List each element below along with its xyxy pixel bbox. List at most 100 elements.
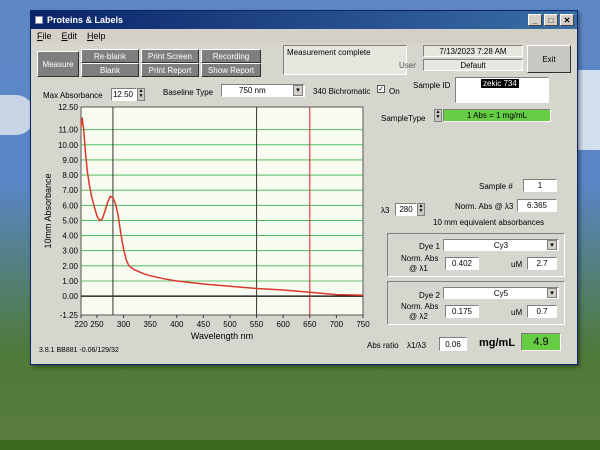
y-tick-label: -1.25 xyxy=(60,311,79,320)
version-footer: 3.8.1 BB881 -0.06/129/32 xyxy=(39,347,119,354)
x-tick-label: 650 xyxy=(303,320,317,329)
x-tick-label: 550 xyxy=(250,320,264,329)
equivalent-note: 10 mm equivalent absorbances xyxy=(433,218,545,227)
x-tick-label: 750 xyxy=(356,320,370,329)
sample-type-value[interactable]: 1 Abs = 1 mg/mL xyxy=(443,109,551,122)
app-icon xyxy=(35,16,43,24)
y-tick-label: 7.00 xyxy=(62,186,78,195)
bichromatic-on-label: On xyxy=(389,87,400,96)
chart-svg: 12.50 11.00 10.00 9.00 8.00 7.00 6.00 5.00 4.00 3… xyxy=(43,103,370,341)
dye2-at-label: @ λ2 xyxy=(409,312,428,321)
baseline-type-label: Baseline Type xyxy=(163,88,214,97)
norm-abs-lambda3-label: Norm. Abs @ λ3 xyxy=(455,202,514,211)
sample-type-label: SampleType xyxy=(381,114,426,123)
baseline-type-value: 750 nm xyxy=(239,86,266,95)
max-absorbance-label: Max Absorbance xyxy=(43,91,103,100)
status-message: Measurement complete xyxy=(283,45,407,75)
dye2-um-label: uM xyxy=(511,308,523,317)
y-tick-label: 12.50 xyxy=(58,103,79,112)
y-tick-label: 8.00 xyxy=(62,171,78,180)
menu-file[interactable]: File xyxy=(37,31,52,41)
sample-id-value: zekic 734 xyxy=(481,79,519,88)
x-tick-label: 450 xyxy=(197,320,211,329)
bichromatic-checkbox[interactable]: ✓ xyxy=(377,85,385,93)
dye1-select[interactable]: Cy3 xyxy=(443,239,559,251)
y-tick-label: 11.00 xyxy=(59,126,79,135)
y-tick-label: 1.00 xyxy=(62,277,78,286)
print-screen-button[interactable]: Print Screen xyxy=(141,49,199,63)
maximize-icon[interactable]: □ xyxy=(544,14,558,26)
lambda3-input[interactable]: 280 xyxy=(395,203,417,216)
lambda3-spinner[interactable]: ▲ ▼ xyxy=(417,203,425,216)
mg-ml-value: 4.9 xyxy=(521,333,561,351)
x-tick-label: 350 xyxy=(143,320,157,329)
y-tick-label: 0.00 xyxy=(62,292,78,301)
menu-bar: File Edit Help xyxy=(31,29,577,43)
y-tick-label: 3.00 xyxy=(62,247,78,256)
dye2-chevron-down-icon[interactable]: ▾ xyxy=(547,288,557,298)
sample-type-spinner[interactable]: ▲ ▼ xyxy=(434,109,442,122)
norm-abs-lambda3-value: 6.365 xyxy=(517,199,557,212)
abs-ratio-sub-label: λ1/λ3 xyxy=(407,341,427,350)
user-display: Default xyxy=(423,59,523,71)
dye1-norm-label: Norm. Abs xyxy=(401,254,439,263)
x-tick-label: 250 xyxy=(90,320,104,329)
y-tick-label: 4.00 xyxy=(62,232,78,241)
max-absorbance-spinner[interactable]: ▲ ▼ xyxy=(137,88,145,101)
abs-ratio-label: Abs ratio xyxy=(367,341,399,350)
print-report-button[interactable]: Print Report xyxy=(141,63,199,77)
menu-help[interactable]: Help xyxy=(87,31,106,41)
x-tick-label: 500 xyxy=(223,320,237,329)
max-absorbance-input[interactable]: 12.50 xyxy=(111,88,137,101)
window-title: Proteins & Labels xyxy=(47,15,124,25)
dye1-at-label: @ λ1 xyxy=(409,264,428,273)
y-axis-label: 10mm Absorbance xyxy=(43,173,53,248)
datetime-display: 7/13/2023 7:28 AM xyxy=(423,45,523,57)
x-tick-label: 300 xyxy=(117,320,131,329)
chevron-down-icon[interactable]: ▾ xyxy=(293,85,303,96)
dye1-um-value: 2.7 xyxy=(527,257,557,270)
mg-ml-label: mg/mL xyxy=(479,337,516,349)
minimize-icon[interactable]: _ xyxy=(528,14,542,26)
title-bar: Proteins & Labels _ □ ✕ xyxy=(31,11,577,29)
menu-edit[interactable]: Edit xyxy=(62,31,78,41)
dye2-um-value: 0.7 xyxy=(527,305,557,318)
taskbar xyxy=(0,440,600,450)
sample-number-value: 1 xyxy=(523,179,557,192)
bichromatic-label: 340 Bichromatic xyxy=(313,87,371,96)
dye1-chevron-down-icon[interactable]: ▾ xyxy=(547,240,557,250)
user-label: User xyxy=(399,61,416,70)
x-tick-label: 220 xyxy=(74,320,88,329)
lambda3-label: λ3 xyxy=(381,206,390,215)
x-tick-label: 400 xyxy=(170,320,184,329)
y-tick-label: 5.00 xyxy=(62,216,78,225)
blank-button[interactable]: Blank xyxy=(81,63,139,77)
dye2-label: Dye 2 xyxy=(419,291,440,300)
dye2-norm-label: Norm. Abs xyxy=(401,302,439,311)
exit-button[interactable]: Exit xyxy=(527,45,571,73)
show-report-button[interactable]: Show Report xyxy=(201,63,261,77)
x-tick-label: 700 xyxy=(330,320,344,329)
x-tick-label: 600 xyxy=(277,320,291,329)
y-tick-label: 2.00 xyxy=(62,262,78,271)
dye1-norm-value: 0.402 xyxy=(445,257,479,270)
wallpaper-cloud-left xyxy=(0,95,34,135)
dye2-select[interactable]: Cy5 xyxy=(443,287,559,299)
x-axis-label: Wavelength nm xyxy=(191,331,253,341)
y-tick-label: 9.00 xyxy=(62,156,78,165)
app-window: Proteins & Labels _ □ ✕ File Edit Help M… xyxy=(30,10,578,365)
dye1-label: Dye 1 xyxy=(419,242,440,251)
dye2-norm-value: 0.175 xyxy=(445,305,479,318)
close-icon[interactable]: ✕ xyxy=(560,14,574,26)
sample-id-label: Sample ID xyxy=(413,81,451,90)
dye1-um-label: uM xyxy=(511,260,523,269)
sample-id-input[interactable]: zekic 734 xyxy=(455,77,549,103)
recording-button[interactable]: Recording xyxy=(201,49,261,63)
measure-button[interactable]: Measure xyxy=(37,51,79,77)
reblank-button[interactable]: Re-blank xyxy=(81,49,139,63)
y-tick-label: 10.00 xyxy=(58,141,79,150)
sample-number-label: Sample # xyxy=(479,182,513,191)
spectrum-chart: 12.50 11.00 10.00 9.00 8.00 7.00 6.00 5.00 4.00 3… xyxy=(41,103,371,351)
abs-ratio-value: 0.06 xyxy=(439,337,467,351)
y-tick-label: 6.00 xyxy=(62,201,78,210)
